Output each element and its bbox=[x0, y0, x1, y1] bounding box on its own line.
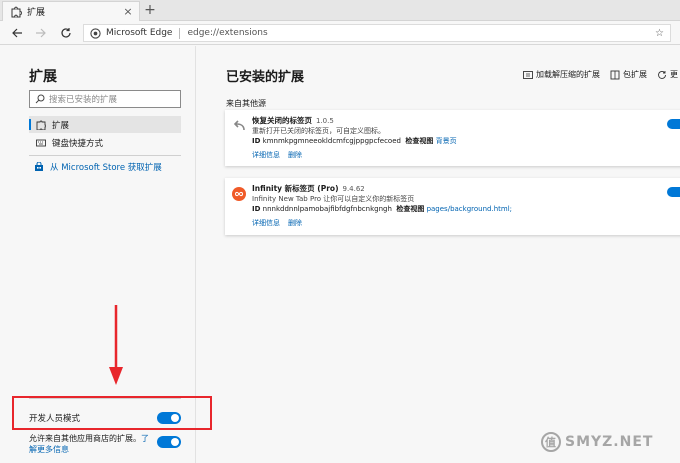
watermark: 值 SMYZ.NET bbox=[541, 432, 653, 452]
search-icon bbox=[35, 94, 45, 104]
forward-button[interactable] bbox=[33, 25, 49, 41]
sidebar-item-extensions[interactable]: 扩展 bbox=[29, 116, 181, 133]
extension-buttons: 详细信息 删除 bbox=[252, 218, 645, 228]
puzzle-icon bbox=[36, 120, 46, 130]
extension-card: Infinity 新标签页 (Pro) 9.4.62 Infinity New T… bbox=[225, 178, 680, 235]
details-button[interactable]: 详细信息 bbox=[252, 151, 280, 159]
store-link[interactable]: 从 Microsoft Store 获取扩展 bbox=[29, 161, 162, 173]
tab-extensions[interactable]: 扩展 × bbox=[2, 1, 140, 21]
extension-toggle[interactable] bbox=[667, 119, 680, 129]
favorite-star-icon[interactable]: ☆ bbox=[655, 28, 664, 39]
tab-title: 扩展 bbox=[27, 8, 46, 18]
refresh-button[interactable] bbox=[58, 25, 74, 41]
address-separator bbox=[179, 27, 181, 39]
remove-button[interactable]: 删除 bbox=[288, 151, 302, 159]
extension-toggle[interactable] bbox=[667, 187, 680, 197]
main-content: 已安装的扩展 加载解压缩的扩展 包扩展 更 来自其他源 恢复关闭的标签页 1.0.… bbox=[197, 46, 680, 463]
extension-name: Infinity 新标签页 (Pro) bbox=[252, 184, 339, 193]
update-label: 更 bbox=[670, 70, 678, 79]
inspect-label: 检查视图 bbox=[405, 137, 434, 145]
extension-id: kmnmkpgmneeokldcmfcgjppgpcfecoed bbox=[262, 137, 401, 145]
arrow-left-icon bbox=[12, 28, 22, 38]
reopen-tab-arrow-icon bbox=[233, 120, 245, 131]
address-toolbar: Microsoft Edge edge://extensions ☆ bbox=[0, 21, 680, 45]
watermark-text: SMYZ.NET bbox=[565, 434, 654, 450]
sidebar-divider bbox=[29, 155, 181, 156]
back-button[interactable] bbox=[9, 25, 25, 41]
extension-id-row: ID nnnkddnnlpamobajfibfdgfnbcnkgngh 检查视图… bbox=[252, 204, 645, 214]
browser-window: 扩展 × + Microsoft Edge edge://extensions … bbox=[0, 0, 680, 463]
search-input[interactable]: 搜索已安装的扩展 bbox=[29, 90, 181, 108]
load-unpacked-button[interactable]: 加载解压缩的扩展 bbox=[523, 69, 600, 80]
allow-other-stores-row: 允许来自其他应用商店的扩展。了 解更多信息 bbox=[29, 433, 181, 455]
extension-version: 1.0.5 bbox=[316, 117, 334, 125]
inspect-view-link[interactable]: 背景页 bbox=[436, 137, 457, 145]
extension-description: 重新打开已关闭的标签页，可自定义图标。 bbox=[252, 127, 385, 135]
sidebar-item-label: 键盘快捷方式 bbox=[52, 138, 104, 149]
sidebar-item-label: 扩展 bbox=[52, 120, 70, 131]
close-tab-icon[interactable]: × bbox=[121, 5, 135, 18]
extension-info: Infinity 新标签页 (Pro) 9.4.62 Infinity New T… bbox=[252, 184, 645, 228]
learn-more-link[interactable]: 了 bbox=[141, 434, 149, 443]
url-text[interactable]: edge://extensions bbox=[187, 28, 655, 38]
sidebar-item-shortcuts[interactable]: 键盘快捷方式 bbox=[29, 134, 181, 151]
pack-extension-label: 包扩展 bbox=[623, 70, 647, 79]
watermark-logo-icon: 值 bbox=[541, 432, 561, 452]
refresh-icon bbox=[61, 28, 71, 38]
arrow-right-icon bbox=[36, 28, 46, 38]
store-bag-icon bbox=[35, 162, 43, 171]
extension-version: 9.4.62 bbox=[342, 185, 365, 193]
toggle-knob bbox=[171, 438, 179, 446]
extension-id-row: ID kmnmkpgmneeokldcmfcgjppgpcfecoed 检查视图… bbox=[252, 136, 645, 146]
learn-more-link-cont[interactable]: 解更多信息 bbox=[29, 445, 69, 454]
extension-name: 恢复关闭的标签页 bbox=[252, 116, 312, 125]
infinity-logo-icon bbox=[232, 187, 246, 201]
active-indicator bbox=[29, 119, 31, 130]
update-button[interactable]: 更 bbox=[657, 69, 678, 80]
extension-id: nnnkddnnlpamobajfibfdgfnbcnkgngh bbox=[262, 205, 392, 213]
refresh-icon bbox=[658, 70, 666, 79]
extension-info: 恢复关闭的标签页 1.0.5 重新打开已关闭的标签页，可自定义图标。 ID kmn… bbox=[252, 116, 645, 160]
details-button[interactable]: 详细信息 bbox=[252, 219, 280, 227]
inspect-label: 检查视图 bbox=[396, 205, 425, 213]
new-tab-button[interactable]: + bbox=[143, 2, 157, 18]
source-section-label: 来自其他源 bbox=[226, 99, 266, 108]
address-bar[interactable]: Microsoft Edge edge://extensions ☆ bbox=[83, 24, 671, 42]
allow-other-stores-toggle[interactable] bbox=[157, 436, 181, 448]
puzzle-icon bbox=[11, 6, 22, 17]
site-name: Microsoft Edge bbox=[106, 28, 173, 38]
remove-button[interactable]: 删除 bbox=[288, 219, 302, 227]
annotation-arrow-icon bbox=[109, 305, 123, 385]
page-title: 已安装的扩展 bbox=[226, 70, 305, 85]
sidebar-title: 扩展 bbox=[29, 69, 57, 85]
action-bar: 加载解压缩的扩展 包扩展 更 bbox=[523, 69, 680, 80]
extension-description: Infinity New Tab Pro 让你可以自定义你的新标签页 bbox=[252, 195, 415, 203]
keyboard-icon bbox=[36, 139, 46, 146]
edge-icon bbox=[90, 27, 101, 39]
id-label: ID bbox=[252, 205, 261, 213]
inspect-view-link[interactable]: pages/background.html; bbox=[427, 205, 512, 213]
pack-extension-button[interactable]: 包扩展 bbox=[610, 69, 647, 80]
extension-buttons: 详细信息 删除 bbox=[252, 150, 645, 160]
load-unpacked-label: 加载解压缩的扩展 bbox=[536, 70, 600, 79]
store-link-label: 从 Microsoft Store 获取扩展 bbox=[50, 163, 162, 173]
id-label: ID bbox=[252, 137, 261, 145]
package-icon bbox=[610, 70, 620, 79]
tab-strip: 扩展 × + bbox=[0, 0, 680, 21]
search-placeholder: 搜索已安装的扩展 bbox=[49, 95, 118, 105]
load-unpacked-icon bbox=[523, 70, 533, 79]
allow-text-body: 允许来自其他应用商店的扩展。 bbox=[29, 434, 141, 443]
annotation-highlight-box bbox=[12, 396, 212, 430]
extension-card: 恢复关闭的标签页 1.0.5 重新打开已关闭的标签页，可自定义图标。 ID kmn… bbox=[225, 110, 680, 166]
allow-other-stores-text: 允许来自其他应用商店的扩展。了 解更多信息 bbox=[29, 433, 157, 455]
